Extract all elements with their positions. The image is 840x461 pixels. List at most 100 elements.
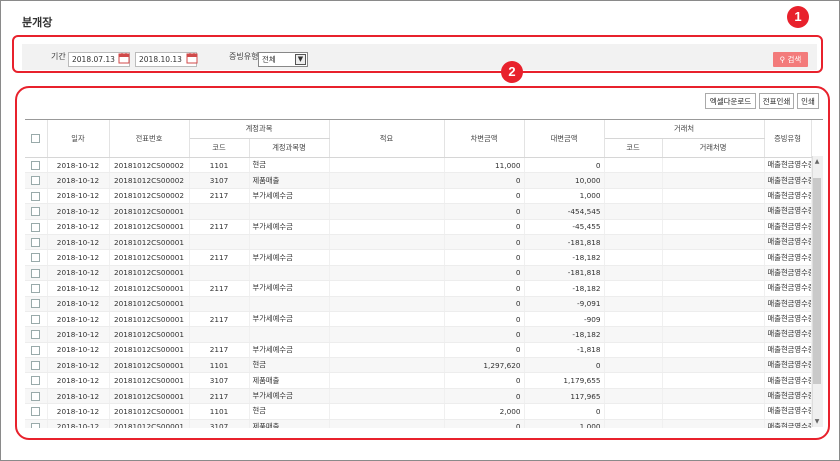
cell-pname (662, 311, 765, 328)
row-checkbox[interactable] (31, 407, 41, 417)
cell-evidence: 매출현금영수증 (764, 280, 812, 297)
cell-date: 2018-10-12 (47, 372, 110, 389)
row-checkbox[interactable] (31, 330, 41, 340)
cell-name: 부가세예수금 (249, 219, 330, 235)
row-checkbox-cell[interactable] (25, 203, 48, 220)
row-checkbox[interactable] (31, 207, 41, 217)
cell-name: 부가세예수금 (249, 188, 330, 205)
table-row[interactable]: 2018-10-12 20181012CS00001 2117 부가세예수금 0 -18,… (25, 249, 812, 266)
row-checkbox-cell[interactable] (25, 188, 48, 205)
row-checkbox[interactable] (31, 345, 41, 355)
cell-code: 2117 (189, 188, 250, 205)
cell-code: 1101 (189, 157, 250, 174)
evidence-type-select[interactable]: 전체 ▼ (258, 52, 308, 67)
table-row[interactable]: 2018-10-12 20181012CS00001 0 -181,818 매출현금영수… (25, 265, 812, 282)
col-evidence[interactable]: 증빙유형 (764, 120, 812, 158)
cell-summary (329, 296, 445, 312)
row-checkbox[interactable] (31, 237, 41, 247)
col-debit[interactable]: 차변금액 (444, 120, 525, 158)
cell-evidence: 매출현금영수증 (764, 203, 812, 220)
row-checkbox-cell[interactable] (25, 403, 48, 420)
col-account-name[interactable]: 계정과목명 (249, 138, 330, 158)
row-checkbox-cell[interactable] (25, 419, 48, 428)
table-row[interactable]: 2018-10-12 20181012CS00001 0 -9,091 매출현금영수증 (25, 296, 812, 312)
excel-download-button[interactable]: 엑셀다운로드 (705, 93, 756, 109)
row-checkbox-cell[interactable] (25, 219, 48, 235)
table-row[interactable]: 2018-10-12 20181012CS00001 1101 현금 2,000 0 매출현… (25, 403, 812, 420)
row-checkbox-cell[interactable] (25, 296, 48, 312)
table-row[interactable]: 2018-10-12 20181012CS00002 3107 제품매출 0 10,000… (25, 172, 812, 189)
print-button[interactable]: 인쇄 (797, 93, 819, 109)
col-partner-name[interactable]: 거래처명 (662, 138, 765, 158)
cell-code: 1101 (189, 357, 250, 374)
row-checkbox-cell[interactable] (25, 326, 48, 343)
cell-summary (329, 219, 445, 235)
cell-evidence: 매출현금영수증 (764, 372, 812, 389)
end-calendar-icon[interactable] (186, 52, 200, 66)
table-row[interactable]: 2018-10-12 20181012CS00001 2117 부가세예수금 0 -909… (25, 311, 812, 328)
cell-summary (329, 172, 445, 189)
row-checkbox[interactable] (31, 361, 41, 371)
row-checkbox-cell[interactable] (25, 372, 48, 389)
row-checkbox[interactable] (31, 268, 41, 278)
voucher-print-button[interactable]: 전표인쇄 (759, 93, 794, 109)
scrollbar-thumb[interactable] (813, 178, 821, 384)
col-account-code[interactable]: 코드 (189, 138, 250, 158)
cell-debit: 0 (444, 219, 525, 235)
table-row[interactable]: 2018-10-12 20181012CS00001 2117 부가세예수금 0 117,… (25, 388, 812, 405)
row-checkbox-cell[interactable] (25, 311, 48, 328)
row-checkbox-cell[interactable] (25, 357, 48, 374)
cell-credit: 0 (524, 357, 605, 374)
table-row[interactable]: 2018-10-12 20181012CS00001 3107 제품매출 0 1,000 매… (25, 419, 812, 428)
select-all-checkbox[interactable] (31, 134, 41, 144)
scroll-up-icon[interactable]: ▲ (812, 157, 822, 166)
col-date[interactable]: 일자 (47, 120, 110, 158)
col-partner-code[interactable]: 코드 (604, 138, 663, 158)
table-row[interactable]: 2018-10-12 20181012CS00002 1101 현금 11,000 0 매출… (25, 157, 812, 174)
row-checkbox[interactable] (31, 284, 41, 294)
table-row[interactable]: 2018-10-12 20181012CS00001 0 -181,818 매출현금영수… (25, 234, 812, 251)
row-checkbox[interactable] (31, 222, 41, 232)
table-row[interactable]: 2018-10-12 20181012CS00001 0 -18,182 매출현금영수증 (25, 326, 812, 343)
row-checkbox-cell[interactable] (25, 157, 48, 174)
cell-code: 2117 (189, 249, 250, 266)
cell-name: 현금 (249, 403, 330, 420)
row-checkbox[interactable] (31, 391, 41, 401)
row-checkbox[interactable] (31, 253, 41, 263)
table-row[interactable]: 2018-10-12 20181012CS00001 1101 현금 1,297,620… (25, 357, 812, 374)
cell-date: 2018-10-12 (47, 388, 110, 405)
col-summary[interactable]: 적요 (329, 120, 445, 158)
search-icon: ⚲ (779, 55, 786, 64)
row-checkbox[interactable] (31, 160, 41, 170)
row-checkbox-cell[interactable] (25, 265, 48, 282)
cell-voucher: 20181012CS00001 (109, 280, 190, 297)
row-checkbox[interactable] (31, 376, 41, 386)
search-button[interactable]: ⚲ 검색 (773, 52, 808, 67)
table-row[interactable]: 2018-10-12 20181012CS00001 2117 부가세예수금 0 -45,… (25, 219, 812, 235)
row-checkbox[interactable] (31, 176, 41, 186)
row-checkbox-cell[interactable] (25, 172, 48, 189)
col-voucher-no[interactable]: 전표번호 (109, 120, 190, 158)
table-row[interactable]: 2018-10-12 20181012CS00001 3107 제품매출 0 1,179,… (25, 372, 812, 389)
row-checkbox-cell[interactable] (25, 388, 48, 405)
table-row[interactable]: 2018-10-12 20181012CS00002 2117 부가세예수금 0 1,00… (25, 188, 812, 205)
cell-voucher: 20181012CS00001 (109, 265, 190, 282)
cell-summary (329, 326, 445, 343)
cell-date: 2018-10-12 (47, 342, 110, 359)
cell-voucher: 20181012CS00001 (109, 419, 190, 428)
scroll-down-icon[interactable]: ▼ (812, 417, 822, 426)
row-checkbox-cell[interactable] (25, 342, 48, 359)
row-checkbox[interactable] (31, 314, 41, 324)
row-checkbox-cell[interactable] (25, 234, 48, 251)
row-checkbox-cell[interactable] (25, 249, 48, 266)
table-row[interactable]: 2018-10-12 20181012CS00001 2117 부가세예수금 0 -18,… (25, 280, 812, 297)
table-row[interactable]: 2018-10-12 20181012CS00001 0 -454,545 매출현금영수… (25, 203, 812, 220)
cell-credit: -181,818 (524, 234, 605, 251)
row-checkbox[interactable] (31, 422, 41, 428)
table-row[interactable]: 2018-10-12 20181012CS00001 2117 부가세예수금 0 -1,8… (25, 342, 812, 359)
col-credit[interactable]: 대변금액 (524, 120, 605, 158)
start-calendar-icon[interactable] (118, 52, 132, 66)
row-checkbox[interactable] (31, 299, 41, 309)
row-checkbox-cell[interactable] (25, 280, 48, 297)
row-checkbox[interactable] (31, 191, 41, 201)
